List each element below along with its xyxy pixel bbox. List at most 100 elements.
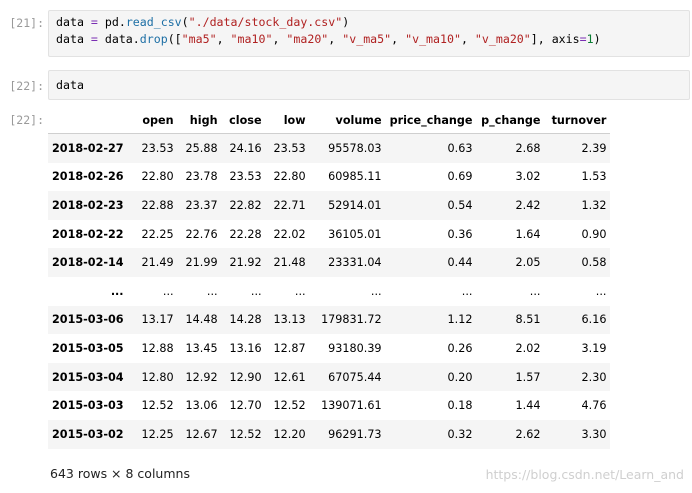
code-line: data = pd.read_csv("./data/stock_day.csv… [56, 14, 682, 31]
code-token: pd. [97, 15, 126, 29]
table-cell: 2.02 [515, 341, 541, 355]
table-cell: 22.76 [185, 227, 218, 241]
table-row: 2018-02-23 22.88 23.37 22.82 22.71 52914.01 0.… [48, 191, 611, 220]
table-cell: 23.53 [229, 170, 262, 184]
row-index: 2015-03-05 [52, 341, 124, 355]
row-index: 2018-02-26 [52, 170, 124, 184]
table-cell: 8.51 [515, 313, 541, 327]
table-cell: ... [529, 284, 541, 298]
table-cell: 0.44 [447, 256, 473, 270]
table-cell: 0.36 [447, 227, 473, 241]
table-cell: 12.67 [185, 427, 218, 441]
table-cell: 1.12 [447, 313, 473, 327]
code-token: data [56, 32, 84, 46]
table-row: ........................... [48, 277, 610, 306]
table-cell: 2.68 [515, 141, 541, 155]
table-cell: 12.90 [229, 370, 262, 384]
table-body: 2018-02-27 23.53 25.88 24.16 23.53 95578.03 0.… [48, 133, 611, 449]
output-22-prompt: [22]: [9, 113, 44, 127]
table-cell: 23.37 [185, 198, 218, 212]
table-cell: 22.88 [141, 198, 174, 212]
column-header-open: open [142, 113, 174, 127]
table-cell: 0.63 [447, 141, 473, 155]
table-row: 2015-03-03 12.52 13.06 12.70 12.52 139071.61 0… [48, 391, 610, 420]
table-cell: 22.28 [229, 227, 262, 241]
table-cell: 93180.39 [328, 341, 382, 355]
code-token: "v_ma5" [342, 32, 392, 46]
table-cell: 0.69 [447, 170, 473, 184]
column-header-close: close [229, 113, 262, 127]
table-row: 2015-03-06 13.17 14.48 14.28 13.13 179831.72 1… [48, 305, 611, 335]
table-cell: 22.02 [273, 227, 306, 241]
table-cell: 96291.73 [328, 427, 382, 441]
table-cell: 23.78 [185, 170, 218, 184]
table-cell: 12.61 [273, 370, 306, 384]
table-cell: 1.57 [515, 370, 541, 384]
table-cell: 2.62 [515, 427, 541, 441]
table-cell: 13.16 [229, 341, 262, 355]
code-token: , [460, 32, 475, 46]
code-token: "v_ma20" [474, 32, 531, 46]
index-header [48, 107, 132, 134]
table-cell: 13.45 [185, 341, 218, 355]
table-cell: 12.52 [229, 427, 262, 441]
table-cell: 0.58 [581, 256, 607, 270]
table-cell: 14.48 [185, 313, 218, 327]
code-token: ) [593, 32, 601, 46]
code-token: ], axis [530, 32, 580, 46]
table-cell: 21.49 [141, 256, 174, 270]
table-cell: 0.20 [447, 370, 473, 384]
column-header-high: high [189, 113, 218, 127]
row-index: 2018-02-22 [52, 227, 124, 241]
watermark-text: https://blog.csdn.net/Learn_and [485, 467, 684, 482]
code-token: data [56, 78, 84, 92]
code-token: = [90, 15, 98, 29]
table-cell: 12.87 [273, 341, 306, 355]
cell-21-code-editor[interactable]: data = pd.read_csv("./data/stock_day.csv… [48, 10, 690, 57]
code-token: = [579, 32, 587, 46]
code-token: , [328, 32, 343, 46]
code-token: drop [139, 32, 168, 46]
column-header-volume: volume [335, 113, 382, 127]
code-token: data [56, 15, 84, 29]
table-cell: 1.53 [581, 170, 607, 184]
table-cell: 52914.01 [328, 198, 382, 212]
table-cell: 3.19 [581, 341, 607, 355]
table-cell: 2.30 [581, 370, 607, 384]
table-cell: 1.44 [515, 399, 541, 413]
table-cell: ... [206, 284, 218, 298]
table-cell: 22.80 [273, 170, 306, 184]
code-token: read_csv [125, 15, 182, 29]
table-row: 2018-02-22 22.25 22.76 22.28 22.02 36105.01 0.… [48, 220, 610, 249]
table-cell: 179831.72 [321, 313, 382, 327]
code-line: data [56, 77, 682, 94]
table-cell: 21.92 [229, 256, 262, 270]
table-cell: ... [595, 284, 607, 298]
table-cell: 12.20 [273, 427, 306, 441]
table-cell: 3.30 [581, 427, 607, 441]
row-index: ... [110, 284, 124, 298]
column-header-low: low [283, 113, 306, 127]
table-cell: 12.88 [141, 341, 174, 355]
table-cell: 22.82 [229, 198, 262, 212]
table-cell: 0.26 [447, 341, 473, 355]
cell-22-code-editor[interactable]: data [48, 70, 690, 100]
table-cell: 25.88 [185, 141, 218, 155]
table-cell: 21.48 [273, 256, 306, 270]
column-header-turnover: turnover [551, 113, 607, 127]
row-index: 2015-03-04 [52, 370, 124, 384]
table-cell: 12.25 [141, 427, 174, 441]
table-cell: ... [162, 284, 174, 298]
code-token: , [216, 32, 231, 46]
row-index: 2015-03-02 [52, 427, 124, 441]
table-cell: ... [250, 284, 262, 298]
row-index: 2018-02-27 [52, 141, 124, 155]
code-line: data = data.drop(["ma5", "ma10", "ma20",… [56, 31, 682, 48]
table-cell: 13.13 [273, 313, 306, 327]
table-cell: 95578.03 [328, 141, 382, 155]
code-token: = [90, 32, 98, 46]
cell-22-prompt: [22]: [9, 79, 44, 93]
row-index: 2018-02-23 [52, 198, 124, 212]
